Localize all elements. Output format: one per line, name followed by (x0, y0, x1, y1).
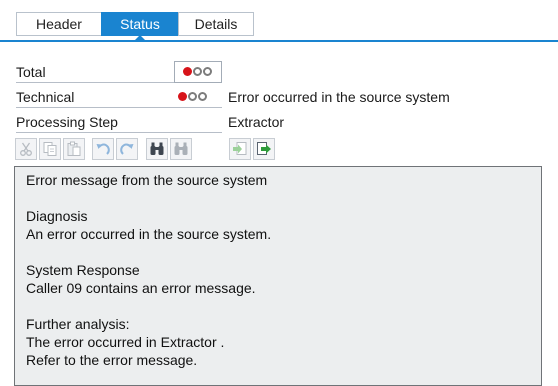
total-status-field[interactable] (174, 61, 222, 83)
yellow-light-off-icon (193, 67, 202, 76)
processing-step-value: Extractor (228, 114, 285, 130)
message-line: Further analysis: (26, 316, 130, 332)
paste-button[interactable] (63, 138, 85, 160)
tab-divider (0, 40, 558, 42)
binoculars-next-icon (174, 142, 188, 155)
technical-label: Technical (16, 89, 75, 105)
find-button[interactable] (146, 138, 168, 160)
export-icon (257, 142, 271, 155)
find-next-button[interactable] (170, 138, 192, 160)
message-line: System Response (26, 262, 140, 278)
undo-button[interactable] (92, 138, 114, 160)
total-label: Total (16, 64, 46, 80)
red-light-icon (183, 67, 192, 76)
tab-details[interactable]: Details (178, 12, 254, 36)
processing-step-underline (16, 132, 222, 133)
binoculars-icon (150, 142, 164, 155)
import-button[interactable] (229, 138, 251, 160)
message-line: Refer to the error message. (26, 352, 198, 368)
technical-status-text: Error occurred in the source system (228, 89, 450, 105)
message-line: Error message from the source system (26, 172, 268, 188)
red-light-icon (178, 92, 187, 101)
tab-status[interactable]: Status (101, 12, 179, 36)
technical-row: Technical Error occurred in the source s… (16, 86, 546, 108)
technical-underline (16, 107, 222, 108)
undo-icon (96, 143, 110, 155)
message-text-area[interactable]: Error message from the source system Dia… (14, 166, 542, 386)
message-line: Diagnosis (26, 208, 88, 224)
copy-button[interactable] (39, 138, 61, 160)
processing-step-label: Processing Step (16, 114, 118, 130)
export-button[interactable] (253, 138, 275, 160)
cut-button[interactable] (15, 138, 37, 160)
import-icon (233, 142, 247, 155)
scissors-icon (20, 142, 32, 156)
processing-step-row: Processing Step Extractor (16, 111, 546, 133)
green-light-off-icon (198, 92, 207, 101)
technical-traffic-light-icon (178, 92, 207, 101)
yellow-light-off-icon (188, 92, 197, 101)
copy-icon (43, 142, 57, 156)
total-traffic-light-icon (183, 67, 212, 76)
tab-strip: Header Status Details (0, 0, 558, 42)
message-line: The error occurred in Extractor . (26, 334, 225, 350)
message-line: An error occurred in the source system. (26, 226, 272, 242)
message-line: Caller 09 contains an error message. (26, 280, 256, 296)
green-light-off-icon (203, 67, 212, 76)
paste-icon (67, 141, 81, 156)
redo-icon (120, 143, 134, 155)
total-row: Total (16, 61, 546, 83)
redo-button[interactable] (116, 138, 138, 160)
tab-header[interactable]: Header (16, 12, 102, 36)
